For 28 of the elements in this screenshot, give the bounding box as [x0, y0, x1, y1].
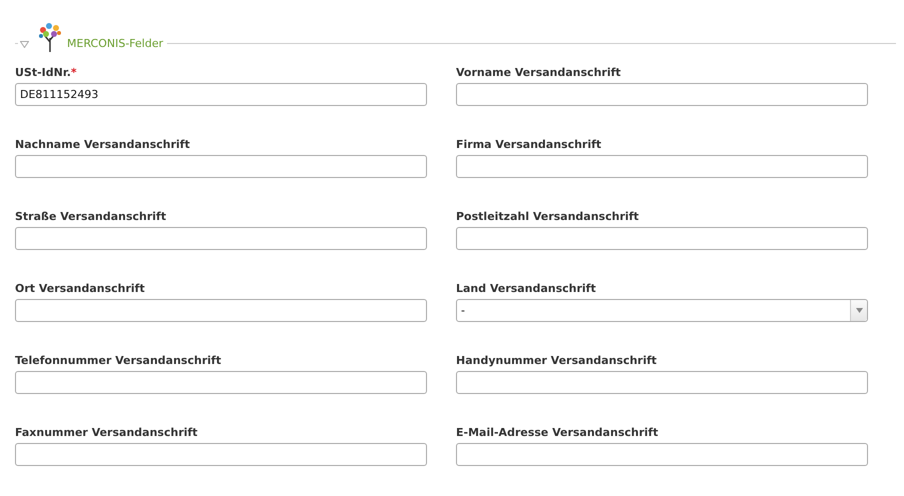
- input-field[interactable]: [15, 155, 427, 178]
- input-field[interactable]: [456, 371, 868, 394]
- field-label: Postleitzahl Versandanschrift: [456, 209, 639, 225]
- field-label: Land Versandanschrift: [456, 281, 596, 297]
- caret-icon: [856, 308, 862, 313]
- input-field[interactable]: [456, 227, 868, 250]
- section-title: MERCONIS-Felder: [67, 36, 164, 52]
- field-label: Firma Versandanschrift: [456, 137, 602, 153]
- field-label: E-Mail-Adresse Versandanschrift: [456, 425, 658, 441]
- field-label: USt-IdNr.*: [15, 65, 77, 81]
- field-label: Handynummer Versandanschrift: [456, 353, 657, 369]
- input-field[interactable]: [456, 83, 868, 106]
- input-field[interactable]: [15, 371, 427, 394]
- field-label: Straße Versandanschrift: [15, 209, 166, 225]
- field-label: Ort Versandanschrift: [15, 281, 145, 297]
- input-field[interactable]: [15, 443, 427, 466]
- input-field[interactable]: [456, 155, 868, 178]
- input-field[interactable]: DE811152493: [15, 83, 427, 106]
- expand-toggle-icon[interactable]: [20, 41, 29, 48]
- dropdown-field[interactable]: -: [456, 299, 868, 322]
- tree-logo-icon: [37, 22, 63, 52]
- input-field[interactable]: [456, 443, 868, 466]
- input-field[interactable]: [15, 227, 427, 250]
- field-label: Faxnummer Versandanschrift: [15, 425, 198, 441]
- field-label: Telefonnummer Versandanschrift: [15, 353, 222, 369]
- field-label: Vorname Versandanschrift: [456, 65, 621, 81]
- field-label: Nachname Versandanschrift: [15, 137, 190, 153]
- input-field[interactable]: [15, 299, 427, 322]
